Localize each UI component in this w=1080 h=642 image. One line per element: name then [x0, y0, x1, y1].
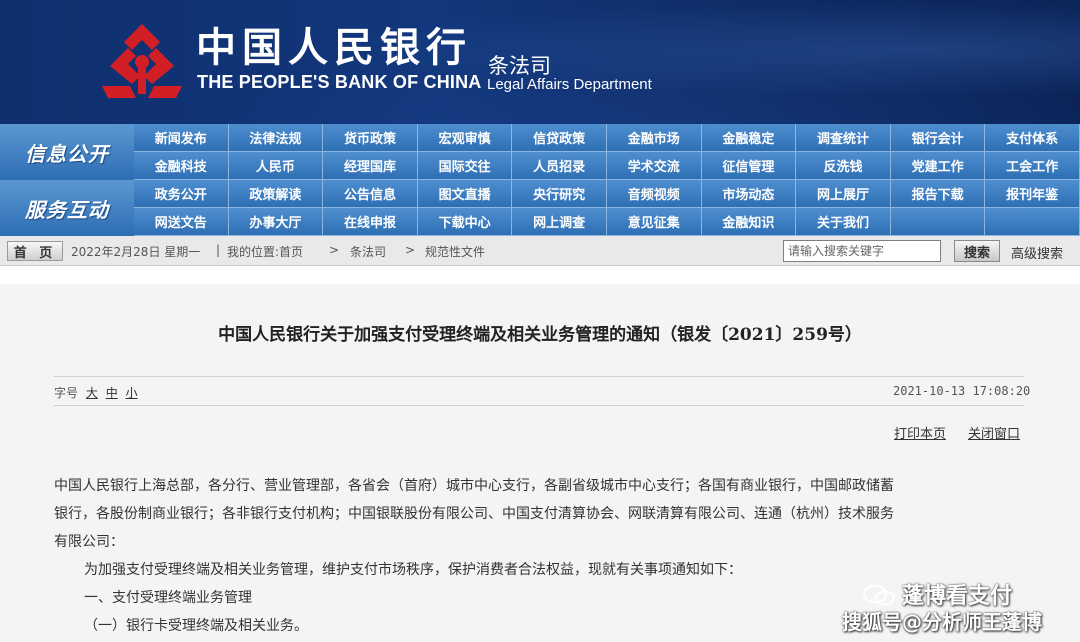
nav-item[interactable]: 公告信息	[323, 180, 418, 208]
nav-item[interactable]: 征信管理	[701, 152, 797, 180]
breadcrumb-separator: >	[329, 243, 340, 257]
close-window-link[interactable]: 关闭窗口	[968, 423, 1020, 442]
nav-item[interactable]: 反洗钱	[796, 152, 891, 180]
nav-item[interactable]: 人民币	[228, 152, 324, 180]
nav-info-disclosure: 信息公开 新闻发布 法律法规 货币政策 宏观审慎 信贷政策 金融市场 金融稳定 …	[0, 124, 1080, 180]
font-size-controls: 字号 大 中 小	[54, 384, 138, 401]
body-line: 有限公司：	[54, 534, 124, 550]
watermark-sohu: 搜狐号@分析师王蓬博	[842, 610, 1042, 634]
nav-item[interactable]: 网上展厅	[796, 180, 891, 208]
nav-item[interactable]: 调查统计	[796, 124, 891, 152]
divider	[54, 405, 1024, 406]
nav-item[interactable]: 工会工作	[985, 152, 1080, 180]
publish-date: 2021-10-13 17:08:20	[893, 384, 1031, 398]
dept-name-en: Legal Affairs Department	[487, 76, 652, 93]
nav-item-empty	[985, 208, 1080, 236]
nav-item[interactable]: 学术交流	[606, 152, 702, 180]
crumb-divider: |	[216, 243, 221, 257]
nav-item[interactable]: 新闻发布	[134, 124, 229, 152]
font-large-link[interactable]: 大	[86, 386, 98, 400]
nav-item[interactable]: 报告下载	[890, 180, 986, 208]
nav-service-interaction: 服务互动 政务公开 政策解读 公告信息 图文直播 央行研究 音频视频 市场动态 …	[0, 180, 1080, 236]
body-line: （一）银行卡受理终端及相关业务。	[84, 618, 308, 634]
bank-name-cn: 中国人民银行	[196, 24, 472, 71]
breadcrumb-bar: 首 页 2022年2月28日 星期一 | 我的位置:首页 > 条法司 > 规范性…	[0, 236, 1080, 266]
nav-item[interactable]: 网上调查	[512, 208, 607, 236]
nav-section-title-service: 服务互动	[0, 180, 134, 236]
search-button[interactable]: 搜索	[954, 240, 1000, 262]
body-line: 一、支付受理终端业务管理	[84, 590, 252, 606]
header-banner: 中国人民银行 THE PEOPLE'S BANK OF CHINA 条法司 Le…	[0, 0, 1080, 124]
print-page-link[interactable]: 打印本页	[894, 423, 946, 442]
font-size-label: 字号	[54, 386, 79, 400]
nav-item[interactable]: 政务公开	[134, 180, 229, 208]
nav-item[interactable]: 人员招录	[512, 152, 607, 180]
nav-item[interactable]: 报刊年鉴	[985, 180, 1080, 208]
body-line: 银行，各股份制商业银行；各非银行支付机构；中国银联股份有限公司、中国支付清算协会…	[54, 506, 894, 522]
body-line: 中国人民银行上海总部，各分行、营业管理部，各省会（首府）城市中心支行，各副省级城…	[54, 478, 894, 494]
nav-item[interactable]: 支付体系	[985, 124, 1080, 152]
current-date: 2022年2月28日 星期一	[71, 245, 201, 259]
home-button[interactable]: 首 页	[7, 241, 63, 261]
nav-item[interactable]: 金融市场	[606, 124, 702, 152]
nav-item[interactable]: 下载中心	[417, 208, 513, 236]
nav-item-empty	[890, 208, 986, 236]
nav-item[interactable]: 办事大厅	[228, 208, 324, 236]
search-input[interactable]	[783, 240, 941, 262]
nav-item[interactable]: 经理国库	[323, 152, 418, 180]
nav-item[interactable]: 金融知识	[701, 208, 797, 236]
breadcrumb-current[interactable]: 规范性文件	[425, 243, 485, 260]
pboc-emblem-icon	[102, 24, 182, 98]
breadcrumb-separator: >	[405, 243, 416, 257]
nav-item[interactable]: 国际交往	[417, 152, 513, 180]
nav-item[interactable]: 宏观审慎	[417, 124, 513, 152]
wechat-icon	[863, 584, 895, 606]
nav-item[interactable]: 信贷政策	[512, 124, 607, 152]
nav-item[interactable]: 法律法规	[228, 124, 324, 152]
nav-item[interactable]: 市场动态	[701, 180, 797, 208]
nav-item[interactable]: 网送文告	[134, 208, 229, 236]
nav-item[interactable]: 图文直播	[417, 180, 513, 208]
nav-item[interactable]: 在线申报	[323, 208, 418, 236]
nav-grid-info: 新闻发布 法律法规 货币政策 宏观审慎 信贷政策 金融市场 金融稳定 调查统计 …	[134, 124, 1080, 180]
nav-item[interactable]: 央行研究	[512, 180, 607, 208]
nav-item[interactable]: 音频视频	[606, 180, 702, 208]
nav-section-title-info: 信息公开	[0, 124, 134, 180]
advanced-search-link[interactable]: 高级搜索	[1011, 243, 1063, 262]
font-medium-link[interactable]: 中	[106, 386, 118, 400]
article-title: 中国人民银行关于加强支付受理终端及相关业务管理的通知（银发〔2021〕259号）	[218, 325, 862, 345]
nav-item[interactable]: 银行会计	[890, 124, 986, 152]
nav-item[interactable]: 金融科技	[134, 152, 229, 180]
bank-name-en: THE PEOPLE'S BANK OF CHINA	[197, 72, 482, 92]
nav-item[interactable]: 政策解读	[228, 180, 324, 208]
nav-item[interactable]: 金融稳定	[701, 124, 797, 152]
breadcrumb-dept[interactable]: 条法司	[350, 243, 386, 260]
nav-item[interactable]: 意见征集	[606, 208, 702, 236]
nav-item[interactable]: 货币政策	[323, 124, 418, 152]
nav-grid-service: 政务公开 政策解读 公告信息 图文直播 央行研究 音频视频 市场动态 网上展厅 …	[134, 180, 1080, 236]
font-small-link[interactable]: 小	[126, 386, 138, 400]
nav-item[interactable]: 关于我们	[796, 208, 891, 236]
nav-item[interactable]: 党建工作	[890, 152, 986, 180]
breadcrumb-home[interactable]: 我的位置:首页	[227, 243, 303, 260]
body-line: 为加强支付受理终端及相关业务管理，维护支付市场秩序，保护消费者合法权益，现就有关…	[84, 562, 742, 578]
divider	[54, 376, 1024, 377]
